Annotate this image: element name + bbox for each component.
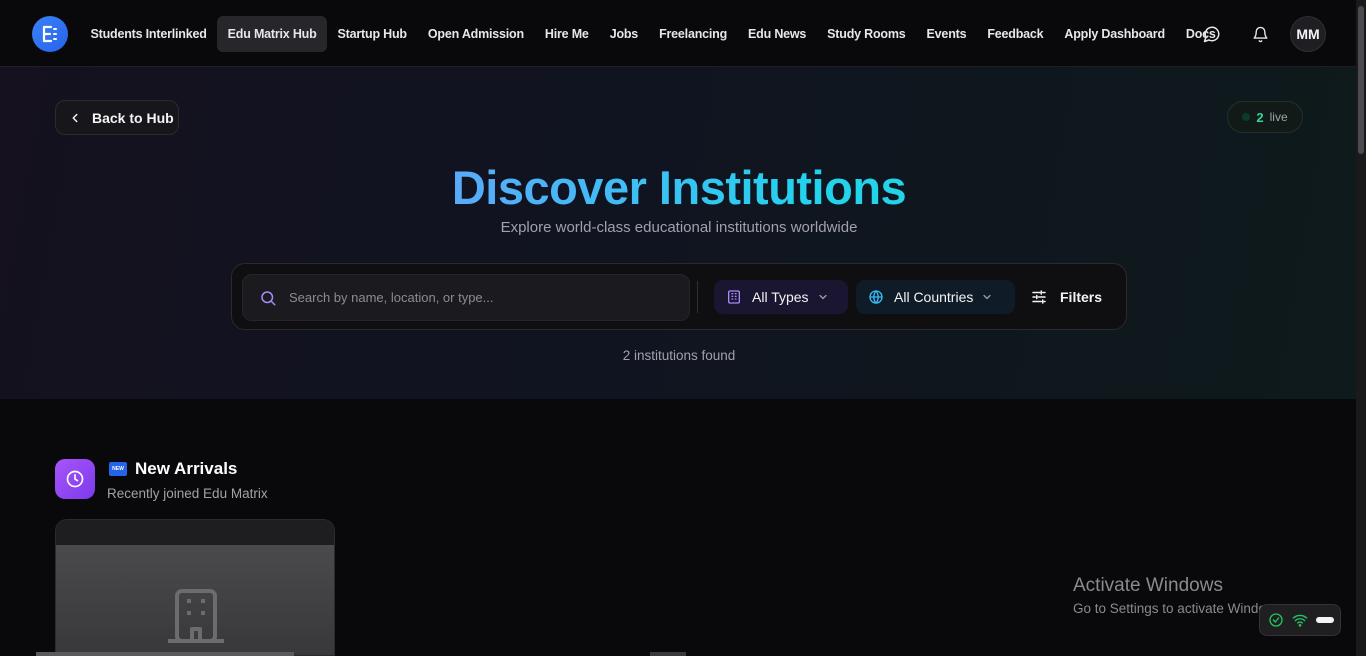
section-title-text: New Arrivals — [135, 459, 238, 478]
filters-button[interactable]: Filters — [1030, 280, 1102, 314]
search-divider — [697, 281, 698, 313]
horizontal-scroll-indicator-2 — [650, 652, 686, 656]
globe-icon — [869, 290, 883, 304]
chevron-left-icon — [72, 113, 78, 122]
nav-item-startup-hub[interactable]: Startup Hub — [327, 16, 417, 52]
clock-icon — [55, 459, 95, 499]
battery-icon — [1316, 617, 1334, 623]
country-select[interactable]: All Countries — [856, 280, 1015, 314]
page-title: Discover Institutions — [0, 160, 1358, 215]
card-header — [56, 520, 334, 545]
nav-item-feedback[interactable]: Feedback — [977, 16, 1054, 52]
back-to-hub-button[interactable]: Back to Hub — [55, 100, 179, 135]
horizontal-scroll-indicator — [36, 652, 294, 656]
nav-item-edu-matrix-hub[interactable]: Edu Matrix Hub — [217, 16, 328, 52]
search-field[interactable] — [242, 274, 690, 321]
nav-item-jobs[interactable]: Jobs — [599, 16, 648, 52]
message-circle-icon[interactable] — [1200, 22, 1224, 46]
nav-item-students-interlinked[interactable]: Students Interlinked — [80, 16, 217, 52]
chevron-down-icon — [983, 294, 991, 300]
page-subtitle: Explore world-class educational institut… — [500, 219, 858, 236]
nav-item-study-rooms[interactable]: Study Rooms — [817, 16, 916, 52]
building-icon — [168, 589, 224, 643]
chevron-down-icon — [818, 294, 827, 300]
app-logo[interactable] — [32, 16, 68, 52]
search-icon — [261, 290, 276, 305]
back-to-hub-label: Back to Hub — [92, 109, 174, 126]
system-tray[interactable] — [1259, 604, 1341, 636]
nav-item-apply-dashboard[interactable]: Apply Dashboard — [1054, 16, 1176, 52]
live-dot-icon — [1242, 113, 1251, 121]
wifi-icon — [1292, 614, 1308, 627]
country-select-value: All Countries — [894, 289, 974, 305]
scrollbar-thumb[interactable] — [1358, 6, 1364, 154]
check-circle-icon — [1269, 613, 1283, 627]
type-select[interactable]: All Types — [714, 280, 848, 314]
nav-item-edu-news[interactable]: Edu News — [738, 16, 817, 52]
search-input[interactable] — [289, 290, 669, 305]
nav-item-open-admission[interactable]: Open Admission — [417, 16, 534, 52]
section-title: NEW New Arrivals — [109, 459, 237, 479]
live-count: 2 — [1256, 109, 1264, 125]
activate-windows-title: Activate Windows — [1073, 575, 1223, 596]
nav-menu: Students Interlinked Edu Matrix Hub Star… — [80, 16, 1226, 52]
nav-item-events[interactable]: Events — [916, 16, 977, 52]
section-subtitle: Recently joined Edu Matrix — [107, 486, 268, 501]
building-icon — [728, 290, 740, 304]
card-image-placeholder — [56, 545, 334, 655]
new-badge-icon: NEW — [109, 462, 127, 476]
logo-icon — [42, 25, 57, 43]
results-count: 2 institutions found — [622, 348, 736, 363]
type-select-value: All Types — [752, 289, 809, 305]
live-label: live — [1269, 110, 1288, 124]
user-avatar[interactable]: MM — [1290, 16, 1326, 52]
sliders-icon — [1032, 290, 1046, 304]
bell-icon[interactable] — [1248, 22, 1272, 46]
institution-card[interactable] — [55, 519, 335, 656]
activate-windows-subtitle: Go to Settings to activate Windows. — [1073, 601, 1287, 616]
live-status-badge: 2 live — [1227, 101, 1303, 133]
filters-label: Filters — [1060, 289, 1103, 305]
nav-item-hire-me[interactable]: Hire Me — [534, 16, 599, 52]
top-navigation-bar: Students Interlinked Edu Matrix Hub Star… — [0, 0, 1356, 67]
nav-item-freelancing[interactable]: Freelancing — [649, 16, 738, 52]
page-scrollbar[interactable] — [1356, 0, 1366, 656]
